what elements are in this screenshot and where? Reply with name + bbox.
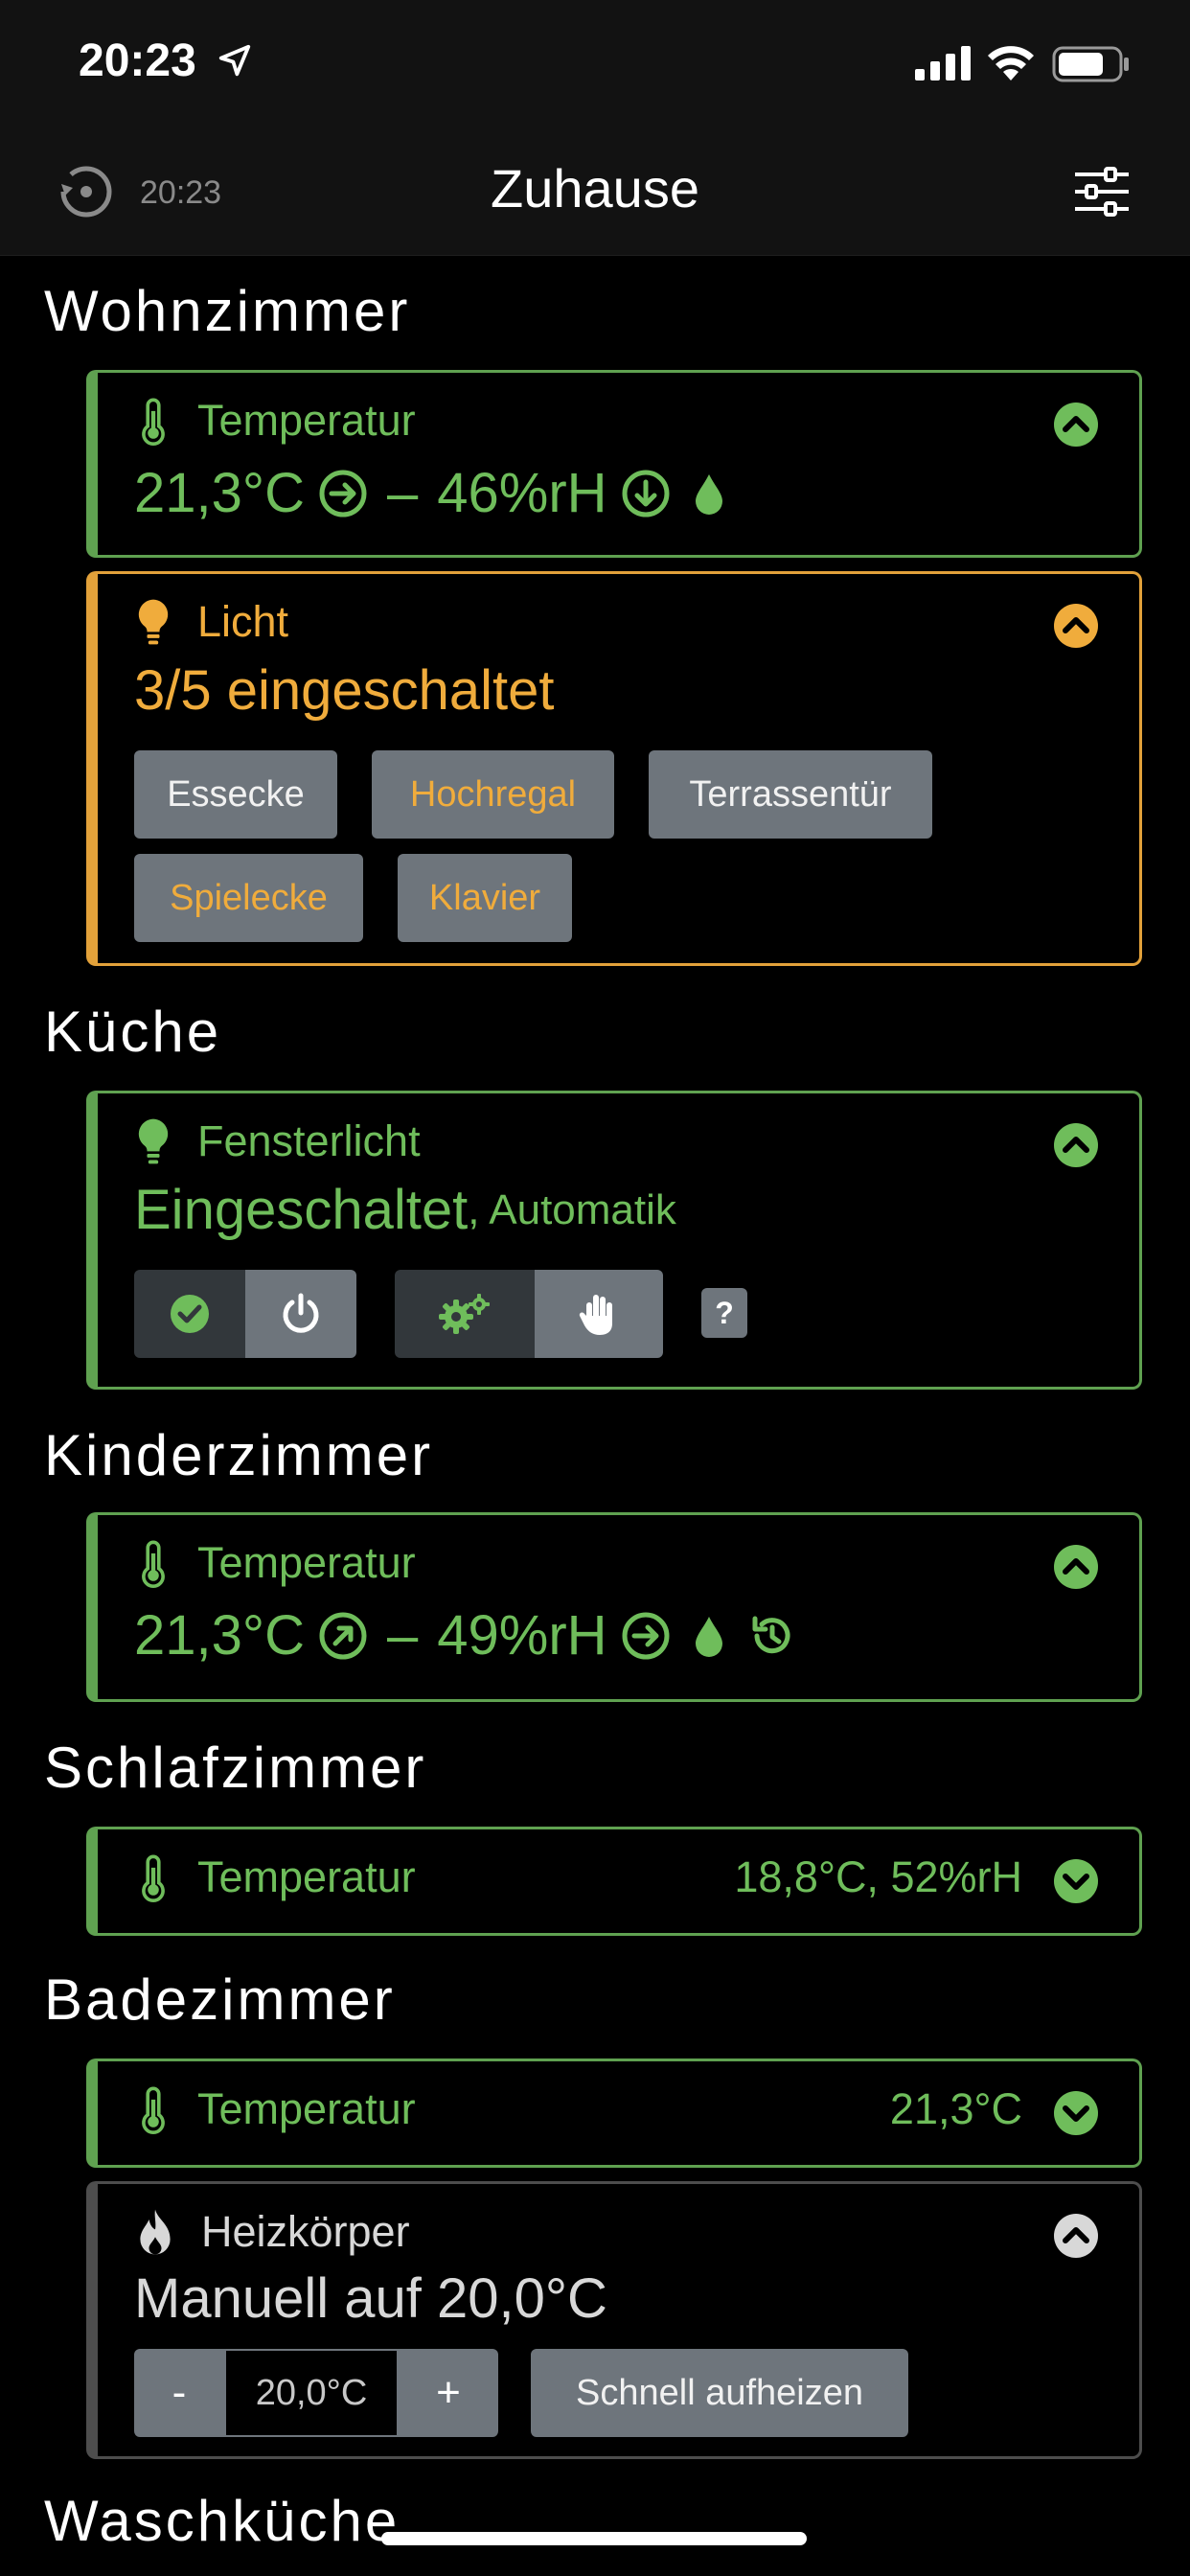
thermometer-icon <box>142 2086 165 2134</box>
trend-down-icon <box>622 470 670 517</box>
quick-heat-button[interactable]: Schnell aufheizen <box>531 2349 908 2437</box>
collapse-chevron-up-icon[interactable] <box>1053 402 1099 448</box>
value-separator: – <box>386 1604 419 1667</box>
light-toggle-terrassentuer[interactable]: Terrassentür <box>649 750 932 839</box>
value-separator: – <box>386 462 419 524</box>
setpoint-field[interactable]: 20,0°C <box>224 2349 399 2437</box>
humidity-value: 49%rH <box>437 1604 607 1667</box>
room-title-waschkueche: Waschküche <box>44 2489 400 2553</box>
temperature-summary: 21,3°C <box>889 2084 1022 2133</box>
room-title-schlafzimmer: Schlafzimmer <box>44 1736 427 1800</box>
battery-icon <box>1052 46 1129 82</box>
collapse-chevron-up-icon[interactable] <box>1053 1544 1099 1590</box>
light-card-wohnzimmer[interactable]: Licht 3/5 eingeschaltet Essecke Hochrega… <box>86 571 1142 966</box>
gears-icon <box>439 1294 490 1334</box>
light-toggle-essecke[interactable]: Essecke <box>134 750 337 839</box>
temperature-card-badezimmer[interactable]: Temperatur 21,3°C <box>86 2058 1142 2168</box>
card-header: Temperatur <box>134 396 416 446</box>
light-toggle-hochregal[interactable]: Hochregal <box>372 750 614 839</box>
temperature-card-wohnzimmer[interactable]: Temperatur 21,3°C – 46%rH <box>86 370 1142 558</box>
card-header: Heizkörper <box>134 2207 410 2257</box>
humidity-value: 46%rH <box>437 462 607 524</box>
help-button[interactable]: ? <box>701 1288 747 1338</box>
expand-chevron-down-icon[interactable] <box>1053 1858 1099 1904</box>
window-light-status: Eingeschaltet, Automatik <box>134 1178 676 1242</box>
power-icon <box>283 1293 319 1333</box>
mode-text: , Automatik <box>468 1185 676 1233</box>
card-label: Heizkörper <box>201 2207 410 2256</box>
temperature-value: 21,3°C <box>134 462 305 524</box>
temperature-value: 21,3°C <box>134 1604 305 1667</box>
temperature-reading: 21,3°C – 49%rH <box>134 1603 797 1668</box>
card-header: Temperatur <box>134 1538 416 1588</box>
collapse-chevron-up-icon[interactable] <box>1053 2213 1099 2259</box>
trend-steady-icon <box>319 470 367 517</box>
flame-icon <box>140 2209 171 2255</box>
radiator-status: Manuell auf 20,0°C <box>134 2267 607 2330</box>
lightbulb-icon <box>138 599 169 645</box>
water-drop-icon <box>695 473 722 515</box>
settings-sliders-icon[interactable] <box>1071 161 1133 222</box>
page-title: Zuhause <box>491 158 699 218</box>
temperature-card-kinderzimmer[interactable]: Temperatur 21,3°C – 49%rH <box>86 1512 1142 1702</box>
switch-off-button[interactable] <box>245 1270 356 1358</box>
water-drop-icon <box>695 1616 722 1657</box>
lightbulb-icon <box>138 1118 169 1164</box>
check-circle-icon <box>171 1295 209 1333</box>
switch-on-button[interactable] <box>134 1270 245 1358</box>
trend-steady-icon <box>622 1612 670 1659</box>
hand-icon <box>579 1295 612 1335</box>
radiator-card-badezimmer[interactable]: Heizkörper Manuell auf 20,0°C - 20,0°C +… <box>86 2181 1142 2459</box>
light-toggle-spielecke[interactable]: Spielecke <box>134 854 363 942</box>
room-title-wohnzimmer: Wohnzimmer <box>44 279 411 343</box>
collapse-chevron-up-icon[interactable] <box>1053 603 1099 649</box>
status-text: Eingeschaltet <box>134 1179 469 1241</box>
history-icon <box>752 1616 790 1653</box>
trend-up-right-icon <box>319 1612 367 1659</box>
location-arrow-icon <box>218 44 251 77</box>
card-label: Fensterlicht <box>197 1116 421 1165</box>
temperature-summary: 18,8°C, 52%rH <box>734 1852 1022 1901</box>
card-label: Temperatur <box>197 1852 416 1901</box>
status-bar: 20:23 <box>0 0 1190 134</box>
room-title-kueche: Küche <box>44 1000 222 1064</box>
card-header: Temperatur <box>134 1852 416 1902</box>
light-toggle-klavier[interactable]: Klavier <box>398 854 572 942</box>
card-header: Fensterlicht <box>134 1116 421 1166</box>
home-indicator[interactable] <box>381 2532 807 2545</box>
automatic-mode-button[interactable] <box>395 1270 535 1358</box>
card-label: Licht <box>197 597 289 646</box>
increase-button[interactable]: + <box>399 2349 498 2437</box>
thermometer-icon <box>142 1854 165 1902</box>
expand-chevron-down-icon[interactable] <box>1053 2090 1099 2136</box>
card-label: Temperatur <box>197 2084 416 2133</box>
app-header: 20:23 Zuhause <box>0 134 1190 256</box>
window-light-card-kueche[interactable]: Fensterlicht Eingeschaltet, Automatik ? <box>86 1091 1142 1390</box>
status-time: 20:23 <box>79 35 196 86</box>
decrease-button[interactable]: - <box>134 2349 224 2437</box>
collapse-chevron-up-icon[interactable] <box>1053 1122 1099 1168</box>
light-status: 3/5 eingeschaltet <box>134 659 555 722</box>
temperature-reading: 21,3°C – 46%rH <box>134 461 734 525</box>
cellular-signal-icon <box>915 46 971 80</box>
room-title-kinderzimmer: Kinderzimmer <box>44 1423 434 1487</box>
temperature-card-schlafzimmer[interactable]: Temperatur 18,8°C, 52%rH <box>86 1827 1142 1936</box>
card-header: Temperatur <box>134 2084 416 2134</box>
thermometer-icon <box>142 1540 165 1588</box>
wifi-icon <box>988 46 1034 80</box>
room-title-badezimmer: Badezimmer <box>44 1967 396 2032</box>
thermometer-icon <box>142 398 165 446</box>
card-label: Temperatur <box>197 396 416 445</box>
card-header: Licht <box>134 597 288 647</box>
manual-mode-button[interactable] <box>535 1270 663 1358</box>
card-label: Temperatur <box>197 1538 416 1587</box>
